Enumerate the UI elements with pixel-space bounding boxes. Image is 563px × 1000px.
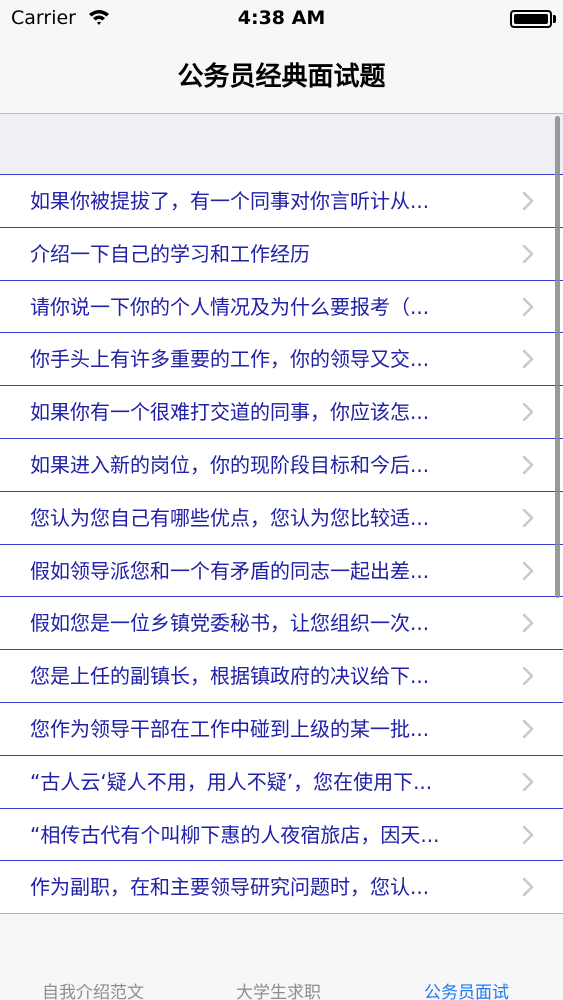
list-item-label: 请你说一下你的个人情况及为什么要报考（...: [30, 294, 430, 319]
question-table[interactable]: 如果你被提拔了，有一个同事对你言听计从... 介绍一下自己的学习和工作经历请你说一…: [0, 114, 563, 913]
chevron-right-icon: [522, 297, 534, 316]
status-bar: Carrier 4:38 AM: [0, 0, 563, 38]
chevron-right-icon: [522, 878, 534, 897]
list-item[interactable]: 如果你有一个很难打交道的同事，你应该怎...: [0, 385, 563, 438]
chevron-right-icon: [522, 350, 534, 369]
list-item-label: 假如您是一位乡镇党委秘书，让您组织一次...: [30, 611, 430, 636]
chevron-right-icon: [522, 403, 534, 422]
list-item[interactable]: 您认为您自己有哪些优点，您认为您比较适...: [0, 490, 563, 544]
list-item[interactable]: “古人云‘疑人不用，用人不疑’，您在使用下...: [0, 754, 563, 808]
list-item-label: 如果进入新的岗位，你的现阶段目标和今后...: [30, 452, 430, 477]
list-item-label: 你手头上有许多重要的工作，你的领导又交...: [30, 347, 430, 372]
list-item[interactable]: 假如您是一位乡镇党委秘书，让您组织一次...: [0, 596, 563, 650]
list-item[interactable]: 请你说一下你的个人情况及为什么要报考（...: [0, 279, 563, 333]
list-item-label: “古人云‘疑人不用，用人不疑’，您在使用下...: [30, 769, 433, 794]
list-item-label: “相传古代有个叫柳下惠的人夜宿旅店，因天...: [30, 822, 440, 847]
section-header: [0, 114, 563, 174]
page-title: 公务员经典面试题: [177, 62, 386, 92]
list-item-label: 如果你被提拔了，有一个同事对你言听计从...: [30, 189, 430, 213]
list-item[interactable]: 如果你被提拔了，有一个同事对你言听计从...: [0, 174, 563, 227]
battery-icon: [510, 10, 552, 28]
navigation-bar: 公务员经典面试题: [0, 38, 563, 114]
tab-job-seeking[interactable]: 大学生求职: [236, 978, 321, 1000]
list-item-label: 介绍一下自己的学习和工作经历: [30, 241, 310, 266]
battery-tip: [553, 15, 556, 23]
list-item-label: 如果你有一个很难打交道的同事，你应该怎...: [30, 400, 430, 425]
list-item[interactable]: 如果进入新的岗位，你的现阶段目标和今后...: [0, 437, 563, 491]
list-item[interactable]: 作为副职，在和主要领导研究问题时，您认...: [0, 860, 563, 913]
chevron-right-icon: [522, 614, 534, 633]
list-item-label: 作为副职，在和主要领导研究问题时，您认...: [30, 875, 430, 900]
list-item[interactable]: 您作为领导干部在工作中碰到上级的某一批...: [0, 701, 563, 755]
tab-civil-service-interview[interactable]: 公务员面试: [424, 978, 509, 1000]
chevron-right-icon: [522, 561, 534, 580]
list-item-label: 假如领导派您和一个有矛盾的同志一起出差...: [30, 558, 430, 583]
list-item-label: 您作为领导干部在工作中碰到上级的某一批...: [30, 716, 430, 741]
scrollbar[interactable]: [555, 116, 560, 598]
tab-bar: 自我介绍范文 大学生求职 公务员面试: [0, 913, 563, 1000]
chevron-right-icon: [522, 192, 534, 210]
list-item-label: 您是上任的副镇长，根据镇政府的决议给下...: [30, 664, 430, 689]
chevron-right-icon: [522, 244, 534, 263]
status-time: 4:38 AM: [237, 7, 326, 29]
list-item[interactable]: 您是上任的副镇长，根据镇政府的决议给下...: [0, 649, 563, 702]
list-item[interactable]: 介绍一下自己的学习和工作经历: [0, 226, 563, 280]
list-item-label: 您认为您自己有哪些优点，您认为您比较适...: [30, 505, 430, 530]
tab-self-introduction[interactable]: 自我介绍范文: [42, 978, 144, 1000]
list-item[interactable]: “相传古代有个叫柳下惠的人夜宿旅店，因天...: [0, 807, 563, 861]
chevron-right-icon: [522, 455, 534, 474]
question-list: 如果你被提拔了，有一个同事对你言听计从... 介绍一下自己的学习和工作经历请你说一…: [0, 174, 563, 913]
chevron-right-icon: [522, 719, 534, 738]
chevron-right-icon: [522, 825, 534, 844]
list-item[interactable]: 你手头上有许多重要的工作，你的领导又交...: [0, 332, 563, 386]
chevron-right-icon: [522, 667, 534, 686]
chevron-right-icon: [522, 772, 534, 791]
chevron-right-icon: [522, 508, 534, 527]
list-item[interactable]: 假如领导派您和一个有矛盾的同志一起出差...: [0, 543, 563, 597]
